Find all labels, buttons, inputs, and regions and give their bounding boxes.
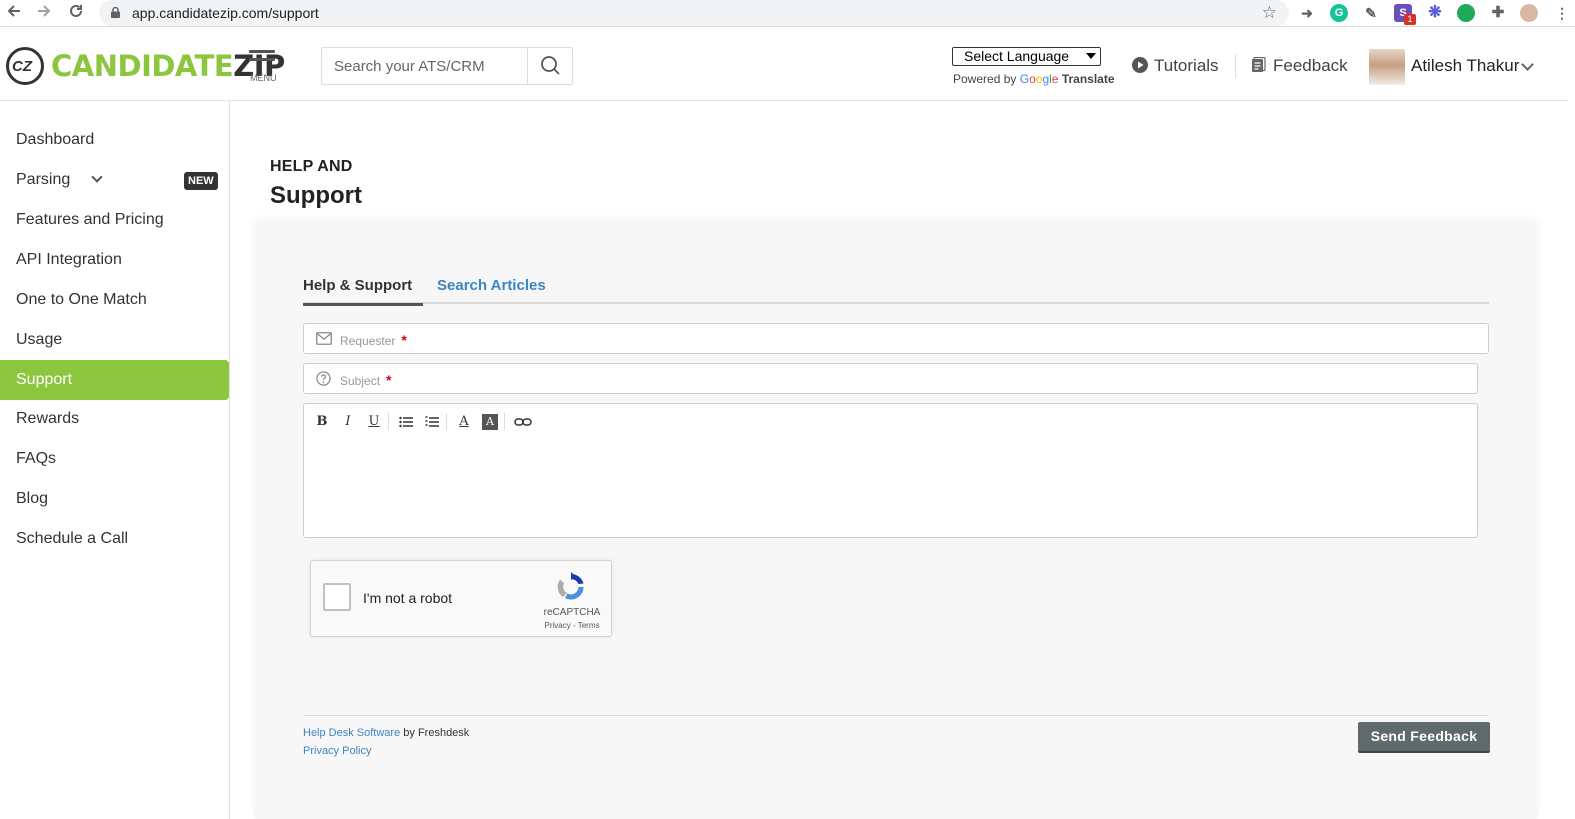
numbered-list-icon — [425, 416, 439, 427]
logo-mark: CZ — [6, 47, 44, 85]
chevron-down-icon — [91, 171, 103, 183]
sidebar-item-rewards[interactable]: Rewards — [0, 399, 229, 439]
sidebar-item-one-to-one-match[interactable]: One to One Match — [0, 280, 229, 320]
bulleted-list-icon — [399, 416, 413, 428]
sidebar-item-parsing[interactable]: Parsing NEW — [0, 160, 229, 200]
sidebar-item-blog[interactable]: Blog — [0, 479, 229, 519]
user-avatar[interactable] — [1369, 49, 1405, 85]
main-content: HELP AND Support Help & Support Search A… — [230, 101, 1568, 819]
link-icon — [514, 418, 532, 426]
reload-icon[interactable] — [66, 3, 86, 23]
app-header: CZ CANDIDATEZIP MENU Select Language Pow… — [0, 32, 1568, 101]
underline-button[interactable]: U — [366, 414, 382, 430]
support-tabs: Help & Support Search Articles — [303, 271, 1489, 306]
play-circle-icon — [1132, 57, 1148, 73]
tab-help-and-support[interactable]: Help & Support — [303, 277, 424, 306]
kebab-menu-icon[interactable]: ⋮ — [1553, 4, 1571, 22]
privacy-policy-link[interactable]: Privacy Policy — [303, 745, 371, 757]
sidebar-item-schedule-a-call[interactable]: Schedule a Call — [0, 519, 229, 559]
powered-by-google-translate: Powered by Google Translate — [953, 72, 1115, 86]
toolbar-divider — [388, 413, 389, 430]
search-icon — [541, 56, 560, 75]
insert-link-button[interactable] — [514, 414, 532, 430]
description-editor[interactable]: B I U A A — [303, 403, 1478, 538]
numbered-list-button[interactable] — [424, 414, 440, 430]
user-name[interactable]: Atilesh Thakur — [1411, 56, 1519, 76]
feedback-link[interactable]: Feedback — [1251, 56, 1348, 76]
required-mark: * — [386, 372, 392, 388]
support-form-card: Help & Support Search Articles Requester… — [255, 221, 1537, 819]
url-text: app.candidatezip.com/support — [132, 5, 319, 21]
recaptcha-logo-icon — [557, 572, 584, 600]
italic-button[interactable]: I — [340, 414, 356, 430]
address-bar[interactable]: app.candidatezip.com/support ☆ — [99, 0, 1289, 26]
browser-toolbar: app.candidatezip.com/support ☆ ➜ G ✎ S 1… — [0, 0, 1575, 27]
privacy-policy: Privacy Policy — [303, 745, 371, 757]
new-badge: NEW — [184, 172, 218, 190]
font-color-button[interactable]: A — [456, 414, 472, 430]
header-divider — [1235, 54, 1236, 78]
forward-arrow-icon[interactable] — [34, 3, 54, 23]
recaptcha-label: I'm not a robot — [363, 590, 453, 606]
feedback-doc-icon — [1252, 56, 1266, 72]
search-input[interactable] — [322, 48, 528, 84]
sidebar-item-features-and-pricing[interactable]: Features and Pricing — [0, 200, 229, 240]
back-arrow-icon[interactable] — [4, 3, 24, 23]
recaptcha-terms-link[interactable]: Terms — [578, 621, 600, 630]
sidebar-item-usage[interactable]: Usage — [0, 320, 229, 360]
grammarly-extension-icon[interactable]: G — [1330, 4, 1348, 22]
toolbar-divider — [504, 413, 505, 430]
lock-icon — [111, 7, 120, 18]
sidebar-item-faqs[interactable]: FAQs — [0, 439, 229, 479]
envelope-icon — [316, 332, 332, 345]
snowflake-extension-icon[interactable]: ❋ — [1426, 4, 1444, 22]
bulleted-list-button[interactable] — [398, 414, 414, 430]
recaptcha-widget: I'm not a robot reCAPTCHA Privacy - Term… — [310, 560, 612, 637]
bookmark-star-icon[interactable]: ☆ — [1262, 3, 1277, 23]
eyedropper-extension-icon[interactable]: ✎ — [1362, 4, 1380, 22]
question-circle-icon — [316, 371, 331, 386]
background-color-button[interactable]: A — [482, 414, 498, 430]
sidebar-item-support[interactable]: Support — [0, 360, 229, 400]
toolbar-divider — [446, 413, 447, 430]
help-desk-software-link[interactable]: Help Desk Software — [303, 727, 400, 739]
send-feedback-button[interactable]: Send Feedback — [1358, 722, 1490, 753]
candidatezip-logo[interactable]: CZ CANDIDATEZIP — [6, 47, 285, 87]
recaptcha-brand: reCAPTCHA — [543, 607, 601, 618]
recaptcha-checkbox[interactable] — [323, 583, 351, 611]
extension-badge: 1 — [1404, 14, 1416, 25]
recaptcha-privacy-link[interactable]: Privacy — [545, 621, 571, 630]
requester-field[interactable]: Requester * — [303, 323, 1489, 354]
footer-divider — [303, 715, 1489, 716]
translate-link[interactable]: Translate — [1062, 72, 1115, 86]
tutorials-link[interactable]: Tutorials — [1132, 56, 1219, 76]
tab-search-articles[interactable]: Search Articles — [437, 277, 546, 303]
sidebar-item-dashboard[interactable]: Dashboard — [0, 120, 229, 160]
language-select[interactable]: Select Language — [952, 47, 1101, 66]
page-pre-title: HELP AND — [270, 158, 353, 175]
page-title: Support — [270, 182, 362, 209]
chevron-down-icon — [1086, 53, 1096, 59]
search-button[interactable] — [527, 48, 572, 84]
menu-label: MENU — [250, 73, 277, 83]
menu-button[interactable]: MENU — [249, 50, 277, 84]
recaptcha-terms: Privacy - Terms — [544, 621, 600, 630]
subject-field[interactable]: Subject * — [303, 363, 1478, 394]
freshdesk-credit: Help Desk Software by Freshdesk — [303, 727, 470, 739]
chat-extension-icon[interactable] — [1457, 4, 1475, 22]
sidebar: Dashboard Parsing NEW Features and Prici… — [0, 101, 230, 819]
search-box — [321, 47, 573, 85]
required-mark: * — [401, 332, 407, 348]
bold-button[interactable]: B — [314, 414, 330, 430]
sidebar-item-api-integration[interactable]: API Integration — [0, 240, 229, 280]
profile-avatar-icon[interactable] — [1520, 4, 1538, 22]
extensions-puzzle-icon[interactable]: ✚ — [1489, 4, 1507, 22]
chevron-down-icon[interactable] — [1521, 58, 1534, 71]
extension-arrow-icon[interactable]: ➜ — [1298, 4, 1316, 22]
